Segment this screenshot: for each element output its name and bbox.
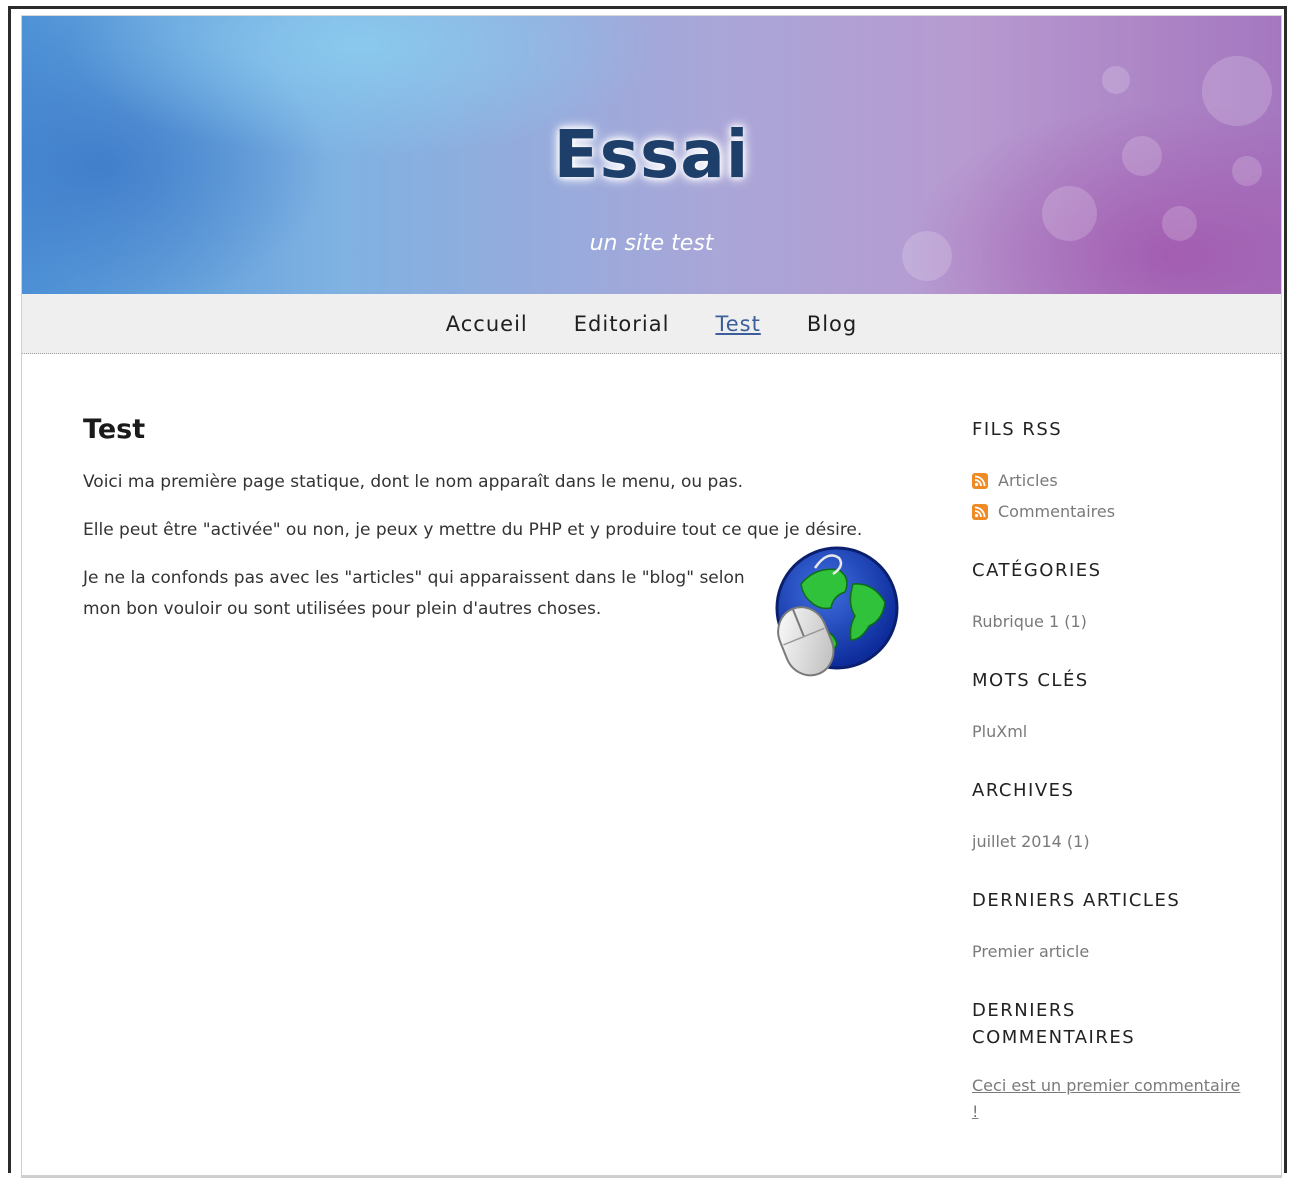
- site-description: un site test: [589, 231, 714, 256]
- category-link[interactable]: Rubrique 1 (1): [972, 606, 1087, 637]
- widget-heading: ARCHIVES: [972, 780, 1075, 801]
- tag-link[interactable]: PluXml: [972, 716, 1027, 747]
- widget-heading: DERNIERS ARTICLES: [972, 890, 1181, 911]
- nav-item-test[interactable]: Test: [715, 312, 760, 336]
- list-item: PluXml: [972, 716, 1262, 747]
- rss-icon: [972, 503, 988, 520]
- rss-articles-link[interactable]: Articles: [998, 465, 1058, 496]
- widget-latest-comments: DERNIERS COMMENTAIRES Ceci est un premie…: [972, 997, 1262, 1125]
- page-title: Test: [83, 414, 146, 445]
- widget-rss: FILS RSS Articles Commentaires: [972, 416, 1262, 527]
- globe-mouse-icon: [761, 544, 901, 684]
- list-item: Articles: [972, 465, 1262, 496]
- site-title[interactable]: Essai: [22, 116, 1281, 193]
- page-paragraph: Je ne la confonds pas avec les "articles…: [83, 568, 745, 619]
- nav-item-blog[interactable]: Blog: [807, 312, 857, 336]
- widget-heading: CATÉGORIES: [972, 560, 1102, 581]
- widget-archives: ARCHIVES juillet 2014 (1): [972, 777, 1262, 857]
- archive-link[interactable]: juillet 2014 (1): [972, 826, 1090, 857]
- page-paragraph: Elle peut être "activée" ou non, je peux…: [83, 520, 863, 540]
- page-container: Essai un site test Accueil Editorial Tes…: [21, 15, 1282, 1178]
- widget-heading: FILS RSS: [972, 419, 1063, 440]
- page-paragraph: Voici ma première page statique, dont le…: [83, 472, 744, 492]
- bokeh-decoration: [1102, 66, 1130, 94]
- main-content: Test Voici ma première page statique, do…: [83, 414, 913, 677]
- widget-tags: MOTS CLÉS PluXml: [972, 667, 1262, 747]
- article-link[interactable]: Premier article: [972, 936, 1089, 967]
- browser-frame: Essai un site test Accueil Editorial Tes…: [8, 6, 1287, 1178]
- list-item: Premier article: [972, 936, 1262, 967]
- list-item: Rubrique 1 (1): [972, 606, 1262, 637]
- header-banner: Essai un site test: [22, 16, 1281, 294]
- list-item: Ceci est un premier commentaire !: [972, 1073, 1242, 1125]
- widget-heading: MOTS CLÉS: [972, 670, 1089, 691]
- nav-item-accueil[interactable]: Accueil: [446, 312, 528, 336]
- list-item: Commentaires: [972, 496, 1262, 527]
- main-navigation: Accueil Editorial Test Blog: [22, 294, 1281, 354]
- rss-comments-link[interactable]: Commentaires: [998, 496, 1115, 527]
- sidebar: FILS RSS Articles Commentaires CATÉGORIE…: [972, 416, 1262, 1155]
- rss-icon: [972, 472, 988, 489]
- widget-categories: CATÉGORIES Rubrique 1 (1): [972, 557, 1262, 637]
- list-item: juillet 2014 (1): [972, 826, 1262, 857]
- comment-link[interactable]: Ceci est un premier commentaire !: [972, 1076, 1240, 1121]
- nav-item-editorial[interactable]: Editorial: [574, 312, 670, 336]
- widget-latest-articles: DERNIERS ARTICLES Premier article: [972, 887, 1262, 967]
- widget-heading: DERNIERS COMMENTAIRES: [972, 1000, 1136, 1048]
